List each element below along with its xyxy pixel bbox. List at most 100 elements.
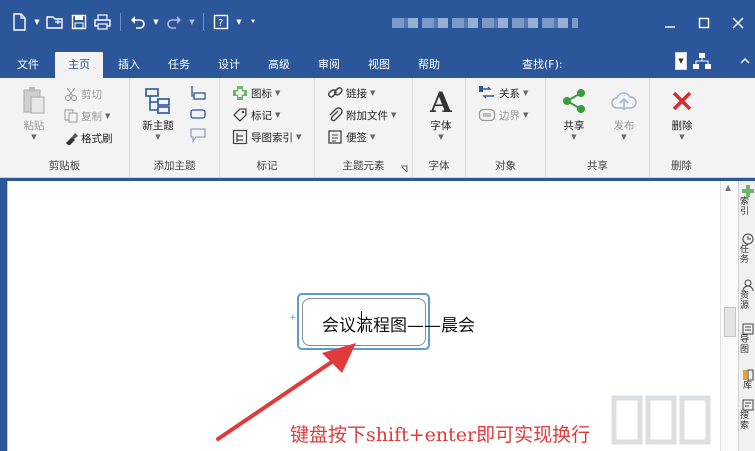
cut-button[interactable]: 剪切 [64,85,102,103]
plus-cross-icon [233,86,247,100]
dialog-launcher-icon[interactable] [400,165,408,173]
side-tab-library-label: 库 [742,381,752,391]
redo-icon[interactable] [163,11,185,33]
delete-button[interactable]: 删除 ▼ [666,84,698,141]
tab-insert[interactable]: 插入 [109,52,149,78]
undo-dropdown-arrow-icon[interactable]: ▼ [151,11,161,33]
note-button[interactable]: 便签 ▼ [327,128,375,146]
scroll-up-icon[interactable]: ▲ [725,183,731,192]
map-icon [742,323,753,335]
format-painter-button[interactable]: 格式刷 [64,129,113,147]
floating-topic-icon [190,109,206,119]
font-label: 字体 [430,120,452,132]
side-tab-index[interactable]: 索引 [740,185,755,217]
tab-view[interactable]: 视图 [359,52,399,78]
link-button[interactable]: 链接 ▼ [327,84,375,102]
relation-icon [479,86,494,99]
subtopic-button[interactable] [190,84,206,102]
attach-file-dropdown-icon: ▼ [391,111,397,119]
maximize-icon[interactable] [687,8,721,38]
group-label-delete: 删除 [671,160,692,172]
map-index-button[interactable]: 导图索引 ▼ [232,128,301,146]
new-document-icon[interactable] [8,11,30,33]
search-icon [742,399,753,411]
save-icon[interactable] [68,11,90,33]
relation-button[interactable]: 关系 ▼ [478,84,528,102]
group-label-add-topic: 添加主题 [153,160,196,172]
annotation-text: 键盘按下shift+enter即可实现换行 [290,424,591,446]
boundary-dropdown-icon: ▼ [523,111,529,119]
share-label: 共享 [563,120,585,132]
side-tab-task-label: 任务 [740,245,750,265]
undo-icon[interactable] [127,11,149,33]
close-window-icon[interactable] [721,8,755,38]
customize-toolbar-icon[interactable]: ⯆ [246,11,260,33]
paste-label: 粘贴 [23,120,45,132]
side-tab-task[interactable]: 任务 [740,233,755,265]
copy-button[interactable]: 复制 ▼ [64,107,110,125]
new-dropdown-arrow-icon[interactable]: ▼ [32,11,42,33]
tab-home[interactable]: 主页 [55,52,103,78]
tab-task[interactable]: 任务 [159,52,199,78]
icon-marker-button[interactable]: 图标 ▼ [232,84,280,102]
publish-dropdown-icon: ▼ [621,133,627,141]
person-icon [742,279,753,291]
tab-review[interactable]: 审阅 [309,52,349,78]
share-button[interactable]: 共享 ▼ [558,84,590,141]
tab-file[interactable]: 文件 [8,52,48,78]
collapse-ribbon-icon[interactable] [738,54,752,68]
org-chart-icon[interactable] [690,50,714,72]
side-tab-resource-label: 资源 [740,291,750,311]
attach-file-button[interactable]: 附加文件 ▼ [327,106,396,124]
find-label: 查找(F): [522,58,563,71]
watermark-logo [611,395,711,445]
share-dropdown-icon: ▼ [571,133,577,141]
publish-label: 发布 [613,120,635,132]
toolbar-separator [120,13,121,31]
side-tab-map[interactable]: 导图 [740,323,755,355]
side-tab-search[interactable]: 搜索 [740,399,755,431]
delete-dropdown-icon: ▼ [679,133,685,141]
scrollbar-thumb[interactable] [724,307,736,337]
delete-x-icon [666,84,698,118]
group-font: A 字体 ▼ 字体 [413,78,466,178]
attach-file-label: 附加文件 [346,109,388,122]
publish-button[interactable]: 发布 ▼ [608,84,640,141]
new-topic-label: 新主题 [142,120,174,132]
help-icon[interactable]: ? [210,11,232,33]
group-clipboard: 粘贴 ▼ 剪切 复制 ▼ 格式刷 剪贴板 [0,78,130,178]
boundary-button[interactable]: 边界 ▼ [478,106,528,124]
expand-plus-icon[interactable]: + [289,314,298,323]
link-dropdown-icon: ▼ [370,89,376,97]
boundary-label: 边界 [499,109,520,122]
redo-dropdown-arrow-icon[interactable]: ▼ [187,11,197,33]
side-task-pane: 索引 任务 资源 导图 库 搜索 [738,181,755,451]
ribbon-tab-bar: 文件 主页 插入 任务 设计 高级 审阅 视图 帮助 查找(F): [0,46,755,78]
copy-dropdown-icon: ▼ [105,112,111,120]
tag-icon [233,108,247,122]
print-preview-icon[interactable] [92,11,114,33]
side-tab-library[interactable]: 库 [740,369,755,391]
open-folder-icon[interactable] [44,11,66,33]
new-topic-button[interactable]: 新主题 ▼ [142,84,174,141]
link-icon [327,87,343,98]
tab-design[interactable]: 设计 [209,52,249,78]
toolbar-separator [203,13,204,31]
vertical-scrollbar[interactable]: ▲ [720,181,738,451]
font-button[interactable]: A 字体 ▼ [425,84,457,141]
side-tab-resource[interactable]: 资源 [740,279,755,311]
icon-marker-dropdown-icon: ▼ [275,89,281,97]
find-dropdown-arrow-icon[interactable]: ▼ [675,52,687,70]
tab-advanced[interactable]: 高级 [259,52,299,78]
tag-marker-button[interactable]: 标记 ▼ [232,106,280,124]
floating-topic-button[interactable] [190,105,206,123]
minimize-icon[interactable] [653,8,687,38]
index-icon [741,185,754,197]
callout-topic-button[interactable] [190,126,206,144]
paste-button[interactable]: 粘贴 ▼ [18,84,50,141]
group-delete: 删除 ▼ 删除 [650,78,713,178]
window-controls [653,8,755,38]
topic-text[interactable]: 会议流程图——晨会 [322,311,475,336]
help-dropdown-arrow-icon[interactable]: ▼ [234,11,244,33]
tab-help[interactable]: 帮助 [409,52,449,78]
